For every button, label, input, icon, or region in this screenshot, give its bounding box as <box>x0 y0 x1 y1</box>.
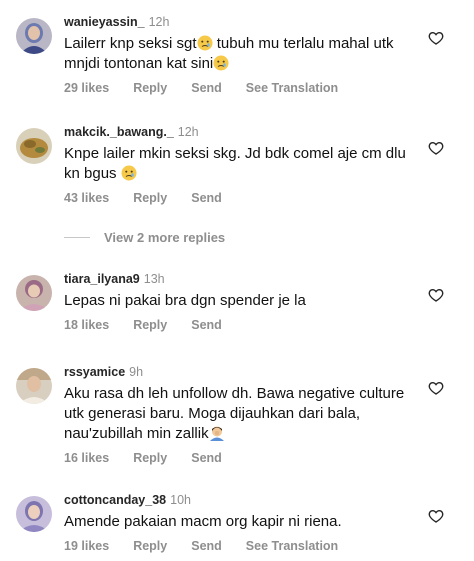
comment-text: Aku rasa dh leh unfollow dh. Bawa negati… <box>64 385 409 442</box>
heart-outline-icon[interactable] <box>428 508 444 524</box>
likes-count[interactable]: 19 likes <box>64 539 109 553</box>
replies-divider <box>64 236 90 238</box>
reply-button[interactable]: Reply <box>133 81 167 95</box>
likes-count[interactable]: 18 likes <box>64 318 109 332</box>
comment-time: 13h <box>143 272 165 286</box>
view-more-replies[interactable]: View 2 more replies <box>64 227 225 247</box>
likes-count[interactable]: 16 likes <box>64 451 109 465</box>
send-button[interactable]: Send <box>191 451 222 465</box>
reply-button[interactable]: Reply <box>133 318 167 332</box>
reply-button[interactable]: Reply <box>133 451 167 465</box>
comment-text: Lepas ni pakai bra dgn spender je la <box>64 292 306 309</box>
see-translation-button[interactable]: See Translation <box>246 81 338 95</box>
send-button[interactable]: Send <box>191 81 222 95</box>
reply-button[interactable]: Reply <box>133 191 167 205</box>
send-button[interactable]: Send <box>191 539 222 553</box>
avatar[interactable] <box>16 275 52 311</box>
crying-face-icon <box>213 55 229 71</box>
likes-count[interactable]: 43 likes <box>64 191 109 205</box>
heart-outline-icon[interactable] <box>428 30 444 46</box>
avatar[interactable] <box>16 368 52 404</box>
comment-time: 10h <box>170 493 191 507</box>
heart-outline-icon[interactable] <box>428 287 444 303</box>
view-more-replies-label[interactable]: View 2 more replies <box>104 230 225 245</box>
comment-time: 9h <box>129 365 144 379</box>
comment-username[interactable]: rssyamice <box>64 365 125 379</box>
crying-face-icon <box>121 165 137 181</box>
comment-username[interactable]: cottoncanday_38 <box>64 493 166 507</box>
comment-username[interactable]: makcik._bawang._ <box>64 125 174 139</box>
send-button[interactable]: Send <box>191 318 222 332</box>
avatar[interactable] <box>16 128 52 164</box>
comment-username[interactable]: tiara_ilyana9 <box>64 272 140 286</box>
comment-text: Knpe lailer mkin seksi skg. Jd bdk comel… <box>64 145 410 182</box>
comment-text: Amende pakaian macm org kapir ni riena. <box>64 513 342 530</box>
heart-outline-icon[interactable] <box>428 380 444 396</box>
avatar[interactable] <box>16 496 52 532</box>
comment-username[interactable]: wanieyassin_ <box>64 15 145 29</box>
man-facepalming-icon <box>209 426 224 441</box>
comment-time: 12h <box>177 125 199 139</box>
comment-time: 12h <box>148 15 170 29</box>
crying-face-icon <box>197 35 213 51</box>
avatar[interactable] <box>16 18 52 54</box>
send-button[interactable]: Send <box>191 191 222 205</box>
see-translation-button[interactable]: See Translation <box>246 539 338 553</box>
comment-text: Lailerr knp seksi sgt tubuh mu terlalu m… <box>64 35 398 72</box>
reply-button[interactable]: Reply <box>133 539 167 553</box>
heart-outline-icon[interactable] <box>428 140 444 156</box>
likes-count[interactable]: 29 likes <box>64 81 109 95</box>
